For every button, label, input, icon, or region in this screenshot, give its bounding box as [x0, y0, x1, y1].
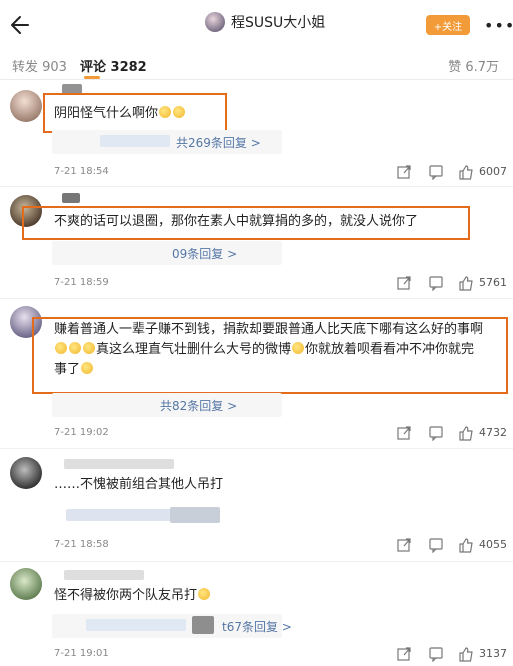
follow-button[interactable]: +关注	[426, 15, 470, 35]
replies-box[interactable]	[52, 241, 282, 265]
comment-text-content: 阴阳怪气什么啊你	[54, 106, 159, 121]
header-avatar[interactable]	[205, 12, 225, 32]
comment-icon[interactable]	[428, 275, 444, 292]
comment-time: 7-21 19:02	[54, 427, 109, 438]
emoji-icon	[159, 106, 172, 118]
comment-icon[interactable]	[428, 425, 444, 442]
divider	[0, 298, 513, 299]
view-replies-link[interactable]: 共82条回复 >	[160, 397, 237, 414]
emoji-icon	[55, 342, 67, 354]
like-icon[interactable]	[458, 425, 474, 441]
blurred-reply-preview	[170, 507, 220, 523]
comment-text-content: 怪不得被你两个队友吊打	[54, 588, 198, 603]
share-icon[interactable]	[396, 537, 412, 553]
comment-text-segment: 真这么理直气壮删什么大号的微博	[96, 342, 292, 357]
like-count: 6007	[479, 165, 507, 178]
comment-time: 7-21 19:01	[54, 648, 109, 659]
emoji-icon	[81, 362, 94, 374]
like-count: 4732	[479, 426, 507, 439]
view-replies-link[interactable]: t67条回复 >	[222, 618, 292, 635]
comment-time: 7-21 18:59	[54, 277, 109, 288]
avatar[interactable]	[10, 90, 42, 122]
comment-text: ……不愧被前组合其他人吊打	[54, 477, 224, 492]
more-icon[interactable]: •••	[484, 16, 513, 35]
comment-icon[interactable]	[428, 646, 444, 663]
active-tab-indicator	[84, 76, 100, 79]
comment-icon[interactable]	[428, 164, 444, 181]
tab-comments[interactable]: 评论 3282	[80, 56, 147, 75]
like-count: 3137	[479, 647, 507, 660]
view-replies-link[interactable]: 共269条回复 >	[176, 134, 261, 151]
comment-item: 阴阳怪气什么啊你 共269条回复 > 7-21 18:54 6007	[0, 84, 513, 189]
header: 程SUSU大小姐 +关注 •••	[0, 0, 513, 50]
share-icon[interactable]	[396, 275, 412, 291]
comment-text-line: 赚着普通人一辈子赚不到钱，捐款却要跟普通人比天底下哪有这么好的事啊	[54, 322, 484, 337]
comment-text: 阴阳怪气什么啊你	[54, 104, 186, 124]
like-icon[interactable]	[458, 537, 474, 553]
emoji-icon	[173, 106, 186, 118]
comment-item: ……不愧被前组合其他人吊打 7-21 18:58 4055	[0, 455, 513, 560]
username-blurred	[64, 570, 144, 580]
comment-icon[interactable]	[428, 537, 444, 554]
like-icon[interactable]	[458, 275, 474, 291]
view-replies-link[interactable]: 09条回复 >	[172, 245, 237, 262]
divider	[0, 186, 513, 187]
blurred-reply-preview	[100, 135, 170, 147]
like-icon[interactable]	[458, 646, 474, 662]
comment-time: 7-21 18:54	[54, 166, 109, 177]
header-user[interactable]: 程SUSU大小姐	[205, 12, 325, 32]
tab-likes[interactable]: 赞 6.7万	[448, 56, 499, 75]
comment-text-segment: 事了	[54, 362, 81, 377]
avatar[interactable]	[10, 457, 42, 489]
avatar[interactable]	[10, 568, 42, 600]
comment-text-segment: 你就放着呗看看冲不冲你就完	[305, 342, 475, 357]
tab-bar: 转发 903 评论 3282 赞 6.7万	[0, 50, 513, 80]
comment-text: 不爽的话可以退圈，那你在素人中就算捐的多的，就没人说你了	[54, 214, 419, 229]
comment-text: 怪不得被你两个队友吊打	[54, 586, 211, 606]
comment-text-line: 真这么理直气壮删什么大号的微博 你就放着呗看看冲不冲你就完	[54, 340, 474, 360]
divider	[0, 448, 513, 449]
tab-reposts[interactable]: 转发 903	[12, 56, 67, 75]
comment-item: 怪不得被你两个队友吊打 t67条回复 > 7-21 19:01 3137	[0, 566, 513, 666]
username-blurred	[64, 459, 174, 469]
page-title: 程SUSU大小姐	[231, 15, 326, 31]
like-count: 5761	[479, 276, 507, 289]
emoji-icon	[69, 342, 81, 354]
blurred-reply-preview	[86, 619, 186, 631]
blurred-reply-preview	[192, 616, 214, 634]
like-count: 4055	[479, 538, 507, 551]
like-icon[interactable]	[458, 164, 474, 180]
comment-text-line: 事了	[54, 360, 94, 380]
share-icon[interactable]	[396, 164, 412, 180]
comment-item: 不爽的话可以退圈，那你在素人中就算捐的多的，就没人说你了 09条回复 > 7-2…	[0, 193, 513, 301]
share-icon[interactable]	[396, 646, 412, 662]
comment-time: 7-21 18:58	[54, 539, 109, 550]
emoji-icon	[292, 342, 305, 354]
comment-item: 赚着普通人一辈子赚不到钱，捐款却要跟普通人比天底下哪有这么好的事啊 真这么理直气…	[0, 306, 513, 448]
username-blurred	[62, 193, 80, 203]
divider	[0, 561, 513, 562]
back-arrow-icon[interactable]	[6, 10, 36, 40]
emoji-icon	[83, 342, 95, 354]
share-icon[interactable]	[396, 425, 412, 441]
emoji-icon	[198, 588, 211, 600]
